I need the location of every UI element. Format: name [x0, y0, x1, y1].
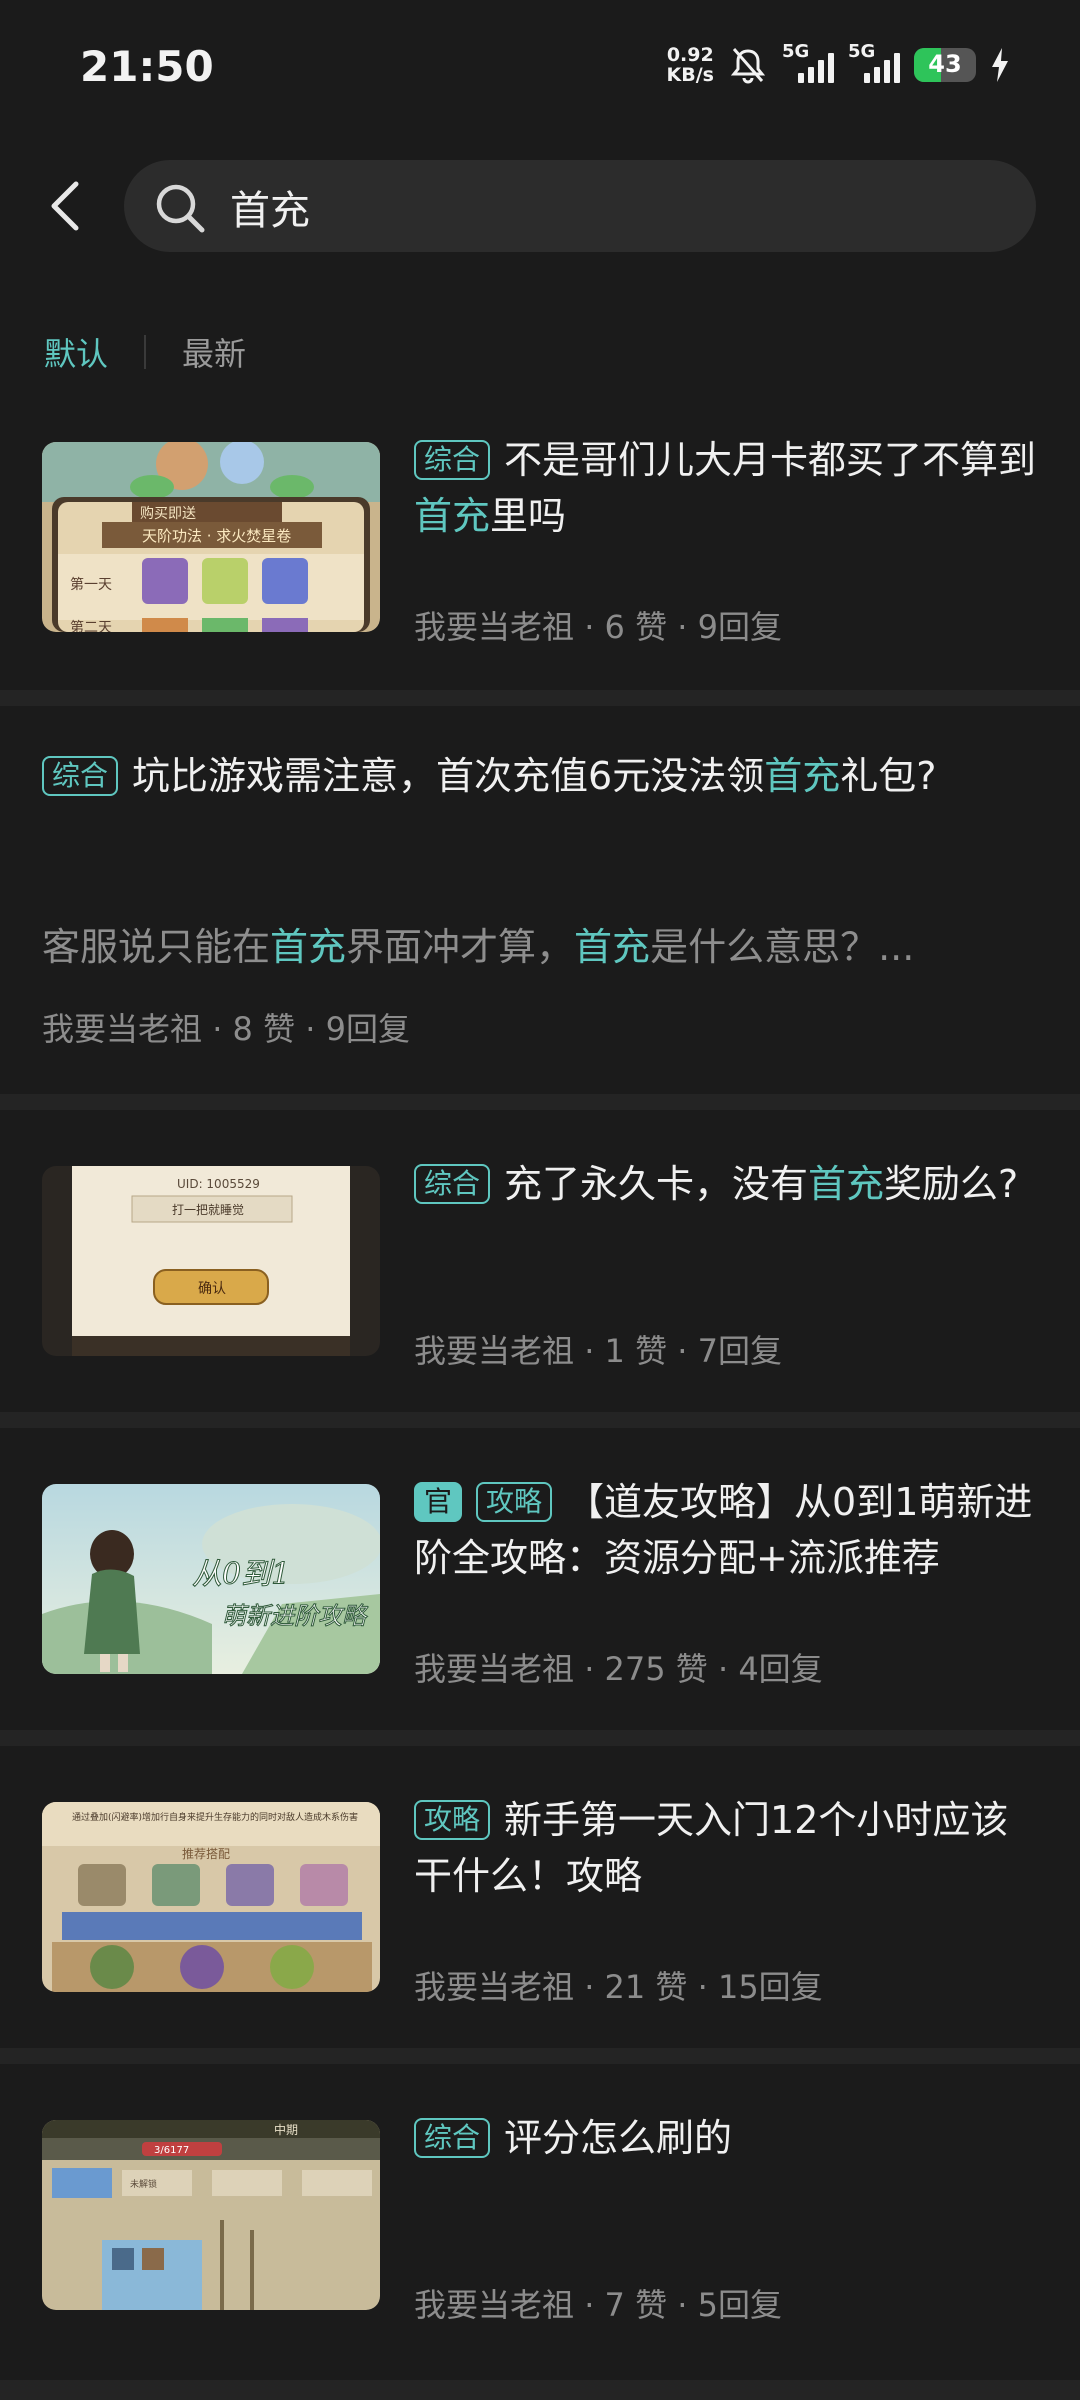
keyword-highlight: 首充 [270, 925, 347, 969]
post-thumbnail[interactable]: 购买即送 天阶功法 · 求火焚星卷 第一天 第二天 [42, 442, 380, 632]
post-title: 攻略 新手第一天入门12个小时应该干什么！攻略 [414, 1798, 1009, 1898]
post-likes: 6 赞 [604, 608, 668, 646]
thumb-text: 萌新进阶攻略 [222, 1602, 369, 1630]
thumb-text: 天阶功法 · 求火焚星卷 [142, 527, 291, 545]
post-excerpt: 客服说只能在首充界面冲才算，首充是什么意思？... [42, 925, 915, 969]
search-input[interactable] [228, 174, 992, 240]
status-icons: 0.92 KB/s 5G 5G 43 [667, 40, 1010, 90]
post-title: 综合 坑比游戏需注意，首次充值6元没法领首充礼包? [42, 748, 1042, 804]
post-replies: 9回复 [325, 1010, 410, 1048]
post-card[interactable]: 通过叠加(闪避率)增加行自身来提升生存能力的同时对敌人造成木系伤害 推荐搭配 攻… [0, 1746, 1080, 2048]
card-separator [0, 2048, 1080, 2064]
post-card[interactable]: 从0到1 萌新进阶攻略 官攻略 【道友攻略】从0到1萌新进阶全攻略：资源分配+流派… [0, 1428, 1080, 1730]
post-title: 综合 充了永久卡，没有首充奖励么? [414, 1156, 1040, 1212]
official-tag: 官 [414, 1482, 463, 1522]
category-tag: 综合 [414, 1164, 491, 1204]
network-speed: 0.92 KB/s [667, 45, 714, 85]
sort-tabs: 默认 最新 [44, 322, 246, 382]
post-likes: 275 赞 [604, 1650, 708, 1688]
thumb-text: 打一把就睡觉 [172, 1203, 244, 1217]
post-thumbnail[interactable]: 通过叠加(闪避率)增加行自身来提升生存能力的同时对敌人造成木系伤害 推荐搭配 [42, 1802, 380, 1992]
card-separator [0, 2380, 1080, 2400]
post-card[interactable]: UID: 1005529 打一把就睡觉 确认 综合 充了永久卡，没有首充奖励么? … [0, 1110, 1080, 1412]
category-tag: 攻略 [476, 1482, 553, 1522]
keyword-highlight: 首充 [764, 754, 841, 798]
post-card[interactable]: 中期 3/6177 未解锁 综合 评分怎么刷的 我要当老祖 · 7 赞 · 5回复 [0, 2064, 1080, 2380]
post-author: 我要当老祖 [414, 608, 575, 646]
status-time: 21:50 [80, 42, 214, 91]
battery-level: 43 [928, 50, 962, 78]
sim2-signal-icon: 5G [848, 41, 900, 87]
sim1-signal-icon: 5G [782, 41, 834, 87]
post-meta: 我要当老祖 · 1 赞 · 7回复 [414, 1332, 782, 1370]
bolt-icon [992, 48, 1008, 82]
search-bar [0, 160, 1080, 252]
thumb-text: UID: 1005529 [177, 1177, 260, 1191]
post-thumbnail[interactable]: 中期 3/6177 未解锁 [42, 2120, 380, 2310]
post-replies: 15回复 [717, 1968, 823, 2006]
post-likes: 8 赞 [232, 1010, 296, 1048]
thumb-text: 3/6177 [154, 2145, 189, 2156]
network-speed-value: 0.92 [666, 44, 714, 66]
card-separator [0, 690, 1080, 706]
card-separator [0, 1094, 1080, 1110]
post-author: 我要当老祖 [414, 1650, 575, 1688]
post-card[interactable]: 综合 坑比游戏需注意，首次充值6元没法领首充礼包? 客服说只能在首充界面冲才算，首… [0, 706, 1080, 1094]
sort-tab-latest[interactable]: 最新 [182, 329, 246, 375]
post-title: 官攻略 【道友攻略】从0到1萌新进阶全攻略：资源分配+流派推荐 [414, 1480, 1033, 1580]
category-tag: 攻略 [414, 1800, 491, 1840]
post-card[interactable]: 购买即送 天阶功法 · 求火焚星卷 第一天 第二天 综合 不是哥们儿大月卡都买了不… [0, 420, 1080, 690]
post-meta: 我要当老祖 · 275 赞 · 4回复 [414, 1650, 823, 1688]
thumb-text: 未解锁 [130, 2178, 157, 2190]
post-replies: 9回复 [697, 608, 782, 646]
thumb-text: 中期 [274, 2122, 298, 2137]
category-tag: 综合 [42, 756, 119, 796]
keyword-highlight: 首充 [574, 925, 651, 969]
thumb-text: 通过叠加(闪避率)增加行自身来提升生存能力的同时对敌人造成木系伤害 [72, 1811, 358, 1823]
post-meta: 我要当老祖 · 6 赞 · 9回复 [414, 608, 782, 646]
card-separator [0, 1412, 1080, 1428]
post-meta: 我要当老祖 · 21 赞 · 15回复 [414, 1968, 823, 2006]
sort-divider [144, 335, 147, 369]
post-meta: 我要当老祖 · 7 赞 · 5回复 [414, 2286, 782, 2324]
post-meta: 我要当老祖 · 8 赞 · 9回复 [42, 1010, 410, 1048]
post-likes: 1 赞 [604, 1332, 668, 1370]
post-replies: 7回复 [697, 1332, 782, 1370]
search-box[interactable] [124, 160, 1036, 252]
post-author: 我要当老祖 [42, 1010, 203, 1048]
card-separator [0, 1730, 1080, 1746]
thumb-text: 从0到1 [192, 1557, 290, 1592]
battery-icon: 43 [914, 48, 976, 82]
post-author: 我要当老祖 [414, 2286, 575, 2324]
post-title: 综合 不是哥们儿大月卡都买了不算到首充里吗 [414, 438, 1037, 538]
post-author: 我要当老祖 [414, 1968, 575, 2006]
chevron-left-icon[interactable] [40, 176, 100, 236]
post-thumbnail[interactable]: 从0到1 萌新进阶攻略 [42, 1484, 380, 1674]
post-replies: 4回复 [738, 1650, 823, 1688]
status-bar: 21:50 0.92 KB/s 5G 5G 43 [0, 0, 1080, 130]
post-likes: 7 赞 [604, 2286, 668, 2324]
keyword-highlight: 首充 [414, 494, 491, 538]
category-tag: 综合 [414, 440, 491, 480]
thumb-text: 第二天 [70, 619, 112, 632]
post-thumbnail[interactable]: UID: 1005529 打一把就睡觉 确认 [42, 1166, 380, 1356]
keyword-highlight: 首充 [808, 1162, 885, 1206]
network-speed-unit: KB/s [666, 64, 714, 86]
thumb-text: 推荐搭配 [182, 1847, 230, 1861]
category-tag: 综合 [414, 2118, 491, 2158]
magnifier-icon [156, 184, 205, 233]
thumb-text: 确认 [198, 1281, 226, 1297]
thumb-text: 购买即送 [140, 506, 196, 522]
post-likes: 21 赞 [604, 1968, 688, 2006]
sort-tab-default[interactable]: 默认 [44, 329, 108, 375]
post-title: 综合 评分怎么刷的 [414, 2110, 1040, 2166]
thumb-text: 第一天 [70, 576, 112, 593]
post-author: 我要当老祖 [414, 1332, 575, 1370]
bell-slash-icon [730, 48, 766, 84]
post-replies: 5回复 [697, 2286, 782, 2324]
